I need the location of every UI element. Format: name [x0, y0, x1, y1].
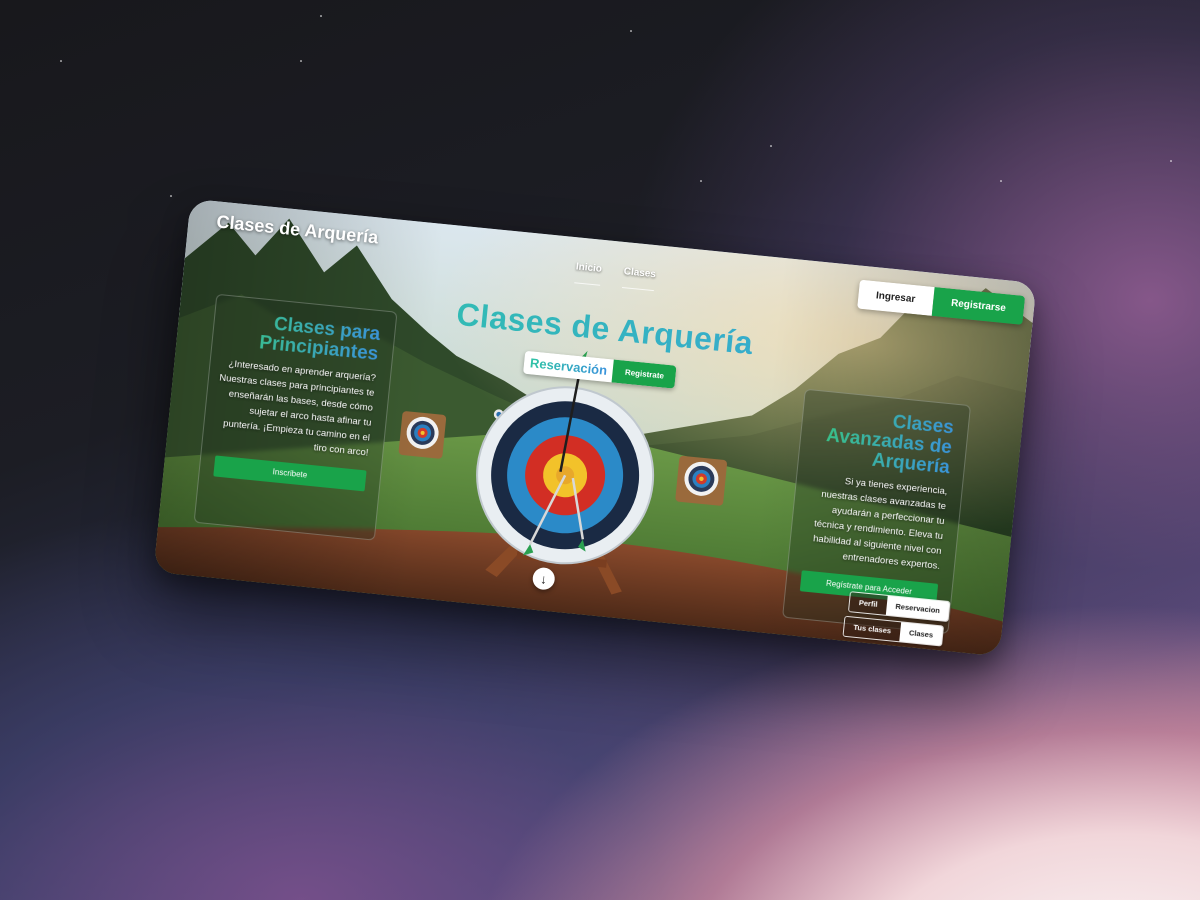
beginners-panel: Clases para Principiantes ¿Interesado en…	[193, 293, 398, 541]
nav-link-clases[interactable]: Clases	[622, 266, 657, 292]
star	[1170, 160, 1172, 162]
star	[770, 145, 772, 147]
star	[700, 180, 702, 182]
star	[1000, 180, 1002, 182]
beginners-description: ¿Interesado en aprender arquería? Nuestr…	[218, 358, 377, 459]
website-card: Clases de Arquería Inicio Clases Ingresa…	[153, 198, 1037, 657]
star	[320, 15, 322, 17]
nav-link-inicio[interactable]: Inicio	[574, 261, 603, 286]
star	[630, 30, 632, 32]
advanced-description: Si ya tienes experiencia, nuestras clase…	[812, 476, 948, 572]
my-classes-link[interactable]: Tus clases	[843, 616, 901, 642]
star	[170, 195, 172, 197]
profile-link[interactable]: Perfil	[849, 592, 888, 615]
star	[60, 60, 62, 62]
star	[300, 60, 302, 62]
enroll-button[interactable]: Inscribete	[213, 455, 367, 492]
classes-link[interactable]: Clases	[899, 622, 943, 646]
